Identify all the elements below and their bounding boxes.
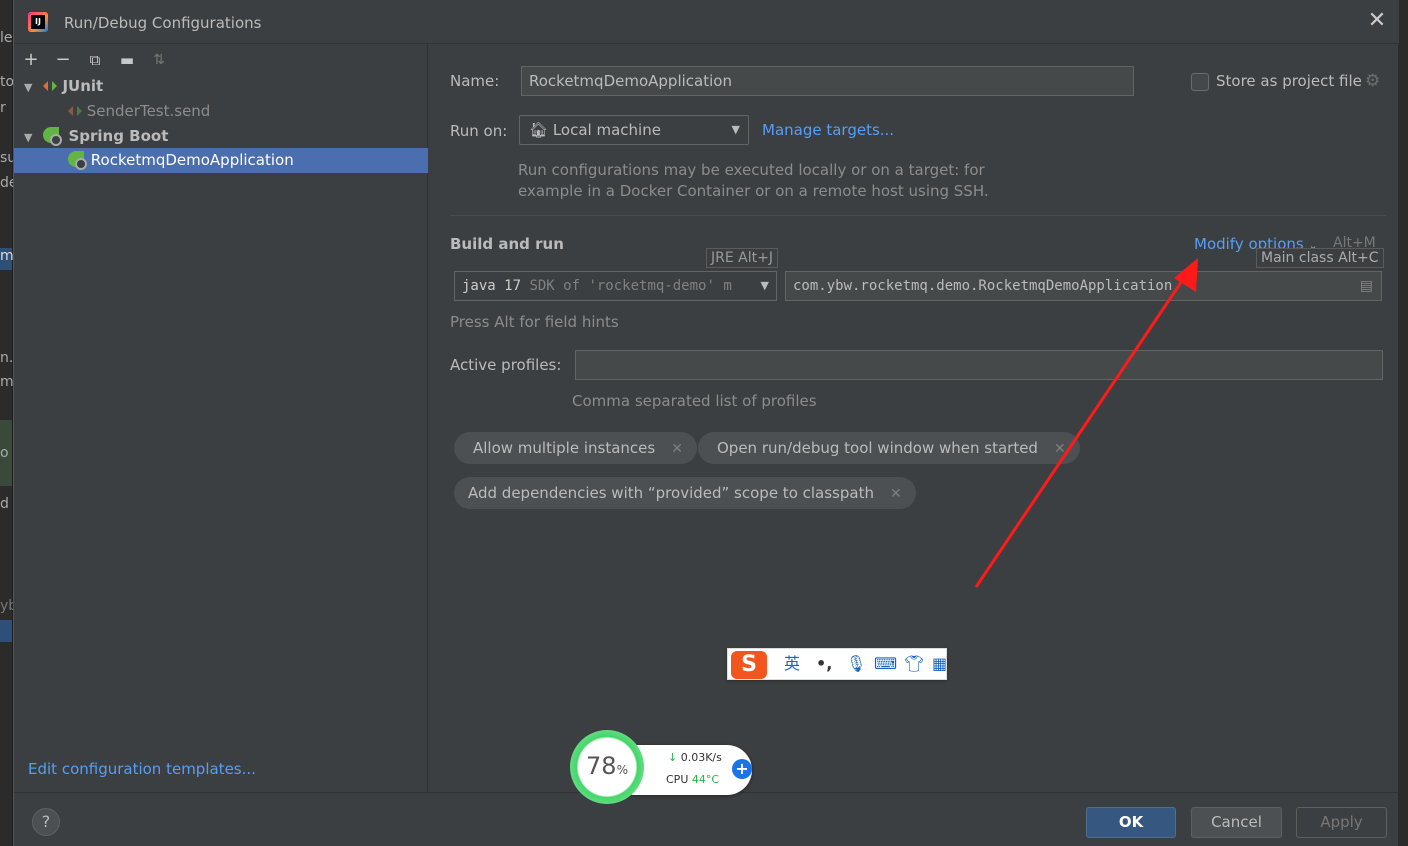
gear-icon[interactable]: ⚙ <box>1365 71 1380 91</box>
jre-version: java 17 <box>462 278 522 294</box>
plus-icon[interactable]: + <box>732 759 752 779</box>
background-ide-left-edge: le to r su de m n.y ml o d yb <box>0 0 22 846</box>
close-icon[interactable]: ✕ <box>671 441 683 457</box>
name-label: Name: <box>450 72 500 90</box>
close-icon[interactable]: ✕ <box>1366 10 1388 32</box>
name-input[interactable]: RocketmqDemoApplication <box>521 66 1134 96</box>
annotation-arrow <box>974 258 1198 588</box>
separator <box>450 215 1386 216</box>
store-as-project-file-label[interactable]: Store as project file <box>1216 72 1362 90</box>
run-on-label: Run on: <box>450 122 508 140</box>
skin-shirt-icon[interactable]: 👕︎ <box>904 653 924 675</box>
chip-provided-scope[interactable]: Add dependencies with “provided” scope t… <box>454 477 916 509</box>
microphone-icon[interactable]: 🎙︎ <box>846 653 866 675</box>
download-arrow-icon: ↓ <box>668 751 678 764</box>
background-fragment: to <box>0 74 15 90</box>
system-monitor-widget[interactable]: ↓ 0.03K/s CPU 44°C + 78% <box>570 725 752 804</box>
chevron-down-icon: ▼ <box>731 123 740 136</box>
jre-select[interactable]: java 17 SDK of 'rocketmq-demo' m ▼ <box>454 271 777 301</box>
copy-icon[interactable]: ⧉ <box>83 48 107 72</box>
sogou-logo-icon[interactable]: S <box>731 651 767 679</box>
dialog-titlebar: IJ Run/Debug Configurations ✕ <box>14 0 1399 44</box>
background-fragment: m <box>0 248 14 270</box>
background-fragment: r <box>0 100 6 116</box>
sort-icon[interactable]: ⇅ <box>147 48 171 72</box>
edit-templates-link[interactable]: Edit configuration templates... <box>28 760 256 778</box>
cancel-button[interactable]: Cancel <box>1191 807 1282 838</box>
run-on-select[interactable]: 🏠︎ Local machine ▼ <box>519 115 749 145</box>
tree-label: RocketmqDemoApplication <box>90 151 294 169</box>
ime-punctuation-toggle[interactable]: •, <box>816 653 832 675</box>
run-on-hint-line1: Run configurations may be executed local… <box>518 161 985 179</box>
jre-sdk-description: SDK of 'rocketmq-demo' m <box>529 278 732 294</box>
configuration-tree-panel: + − ⧉ ▬ ⇅ ▼ JUnit SenderTest.send ▼ Spri… <box>14 44 428 792</box>
spring-boot-icon <box>68 151 87 170</box>
tree-label: JUnit <box>62 77 104 95</box>
build-and-run-heading: Build and run <box>450 235 564 253</box>
cpu-temp-value: 44°C <box>691 773 720 786</box>
close-icon[interactable]: ✕ <box>890 486 902 502</box>
add-icon[interactable]: + <box>19 48 43 72</box>
remove-icon[interactable]: − <box>51 48 75 72</box>
chip-label: Add dependencies with “provided” scope t… <box>468 484 874 502</box>
apply-button[interactable]: Apply <box>1296 807 1387 838</box>
active-profiles-hint: Comma separated list of profiles <box>572 392 817 410</box>
store-as-project-file-checkbox[interactable] <box>1191 73 1209 91</box>
chevron-down-icon: ▼ <box>24 81 33 94</box>
ok-button[interactable]: OK <box>1086 807 1176 838</box>
tree-group-junit[interactable]: ▼ JUnit <box>14 74 428 99</box>
home-icon: 🏠︎ <box>529 121 549 139</box>
folder-add-icon[interactable]: ▬ <box>115 48 139 72</box>
main-class-tooltip: Main class Alt+C <box>1256 248 1384 268</box>
chip-allow-multiple-instances[interactable]: Allow multiple instances ✕ <box>454 432 697 464</box>
jre-tooltip: JRE Alt+J <box>706 248 778 268</box>
tree-label: Spring Boot <box>68 127 169 145</box>
junit-icon <box>43 76 58 91</box>
speed-value: 0.03K/s <box>680 751 722 764</box>
spring-boot-icon <box>43 127 63 146</box>
manage-targets-link[interactable]: Manage targets... <box>762 121 894 139</box>
active-profiles-label: Active profiles: <box>450 356 562 374</box>
chevron-down-icon: ▼ <box>760 279 769 292</box>
background-fragment: d <box>0 496 9 512</box>
tree-item-sendertest[interactable]: SenderTest.send <box>14 99 428 124</box>
dialog-title: Run/Debug Configurations <box>64 14 262 32</box>
browse-file-icon[interactable]: ▤ <box>1360 272 1373 300</box>
toolbox-grid-icon[interactable]: ▦ <box>932 653 947 675</box>
run-on-hint-line2: example in a Docker Container or on a re… <box>518 182 989 200</box>
chevron-down-icon: ▼ <box>24 131 33 144</box>
run-on-value: Local machine <box>552 121 661 139</box>
tree-label: SenderTest.send <box>86 102 211 120</box>
keyboard-icon[interactable]: ⌨ <box>874 653 897 675</box>
ime-language-toggle[interactable]: 英 <box>784 653 800 675</box>
background-ide-right-edge <box>1398 0 1408 846</box>
chip-label: Allow multiple instances <box>473 439 656 457</box>
network-speed: ↓ 0.03K/s <box>668 751 722 764</box>
field-hints-text: Press Alt for field hints <box>450 313 619 331</box>
help-button[interactable]: ? <box>32 808 60 836</box>
background-fragment: le <box>0 30 13 46</box>
intellij-app-icon: IJ <box>28 12 48 32</box>
memory-usage-percent: 78% <box>586 752 628 780</box>
junit-icon <box>68 101 82 116</box>
tree-group-spring-boot[interactable]: ▼ Spring Boot <box>14 124 428 149</box>
tree-item-rocketmqdemoapplication[interactable]: RocketmqDemoApplication <box>14 148 428 173</box>
ime-toolbar[interactable]: S 英 •, 🎙︎ ⌨ 👕︎ ▦ <box>727 648 947 680</box>
cpu-temperature: CPU 44°C <box>666 773 719 786</box>
background-selection <box>0 620 12 642</box>
cpu-label: CPU <box>666 773 689 786</box>
background-fragment: o <box>0 420 12 486</box>
